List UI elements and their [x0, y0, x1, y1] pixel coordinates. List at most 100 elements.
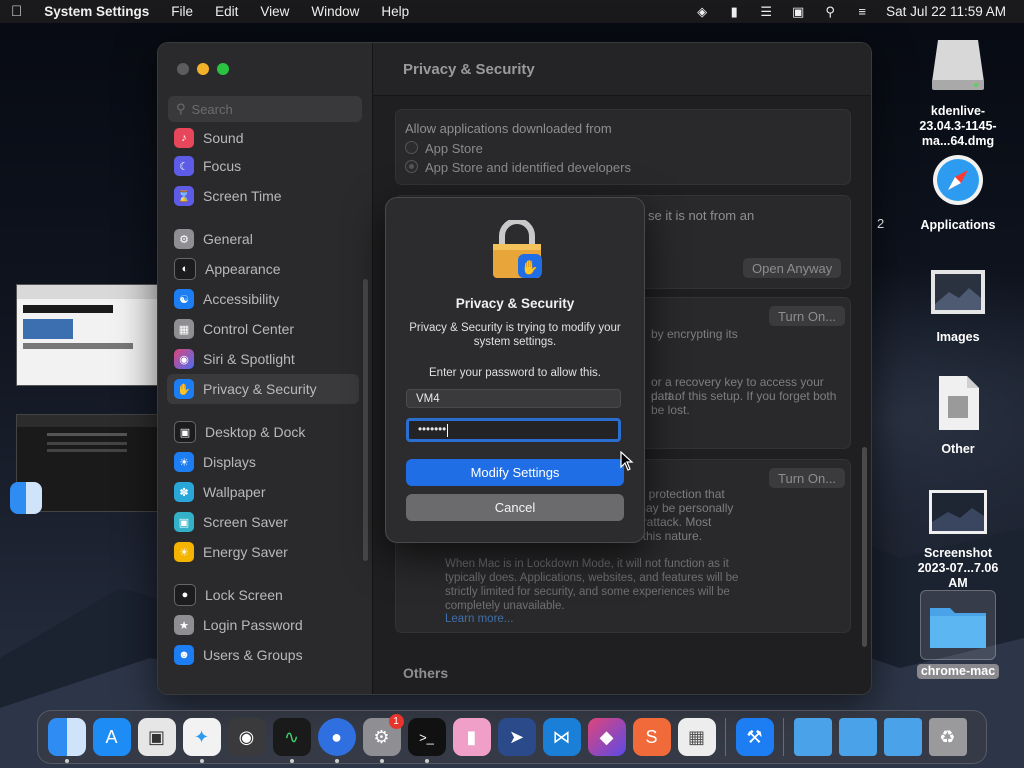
control-center-icon[interactable]: ≡ — [854, 4, 870, 19]
dock-finder-icon[interactable] — [47, 718, 86, 763]
dock-shortcuts-icon[interactable]: ◆ — [587, 718, 626, 756]
sidebar-item-label: Accessibility — [203, 291, 280, 307]
sidebar-item-privacy-security[interactable]: ✋ Privacy & Security — [167, 374, 359, 404]
dock-launchpad-icon[interactable]: ▦ — [677, 718, 716, 756]
dock-preview-icon[interactable]: ▣ — [137, 718, 176, 756]
wallpaper-icon: ✽ — [174, 482, 194, 502]
menu-help[interactable]: Help — [370, 4, 420, 19]
dock-separator — [783, 718, 784, 756]
menu-view[interactable]: View — [249, 4, 300, 19]
sidebar-item-siri[interactable]: ◉ Siri & Spotlight — [167, 344, 359, 374]
desktop-item-label: Screenshot 2023-07...7.06 AM — [917, 546, 999, 590]
apple-menu-icon[interactable]:  — [0, 3, 33, 20]
minimize-button[interactable] — [197, 63, 209, 75]
sidebar-icon[interactable]: ☰ — [758, 4, 774, 19]
learn-more-link[interactable]: Learn more... — [445, 613, 513, 625]
sidebar-item-sound[interactable]: ♪ Sound — [167, 125, 359, 151]
gear-icon: ⚙ — [174, 229, 194, 249]
menu-window[interactable]: Window — [300, 4, 370, 19]
radio-label: App Store and identified developers — [425, 160, 631, 175]
radio-app-store[interactable]: App Store — [405, 141, 483, 156]
dock-safari-icon[interactable]: ✦ — [182, 718, 221, 763]
search-icon[interactable]: ⚲ — [822, 4, 838, 19]
password-field[interactable]: ••••••• — [406, 418, 621, 442]
dock-xcode-icon[interactable]: ⚒ — [735, 718, 774, 756]
lock-icon: ✋ — [493, 220, 542, 278]
background-browser-window[interactable] — [16, 284, 158, 386]
dock-app-store-icon[interactable]: A — [92, 718, 131, 756]
menu-edit[interactable]: Edit — [204, 4, 249, 19]
sidebar-item-control-center[interactable]: ▦ Control Center — [167, 314, 359, 344]
dock-downloads-folder-icon[interactable] — [838, 718, 877, 756]
app-menu[interactable]: System Settings — [33, 4, 160, 19]
sidebar-item-login-password[interactable]: ★ Login Password — [167, 610, 359, 640]
dock-sublime-icon[interactable]: S — [632, 718, 671, 756]
sidebar-item-desktop-dock[interactable]: ▣ Desktop & Dock — [167, 417, 359, 447]
radio-identified-developers[interactable]: App Store and identified developers — [405, 160, 631, 175]
sidebar-scrollbar[interactable] — [363, 279, 368, 561]
dock-columns-icon[interactable]: ▮ — [452, 718, 491, 756]
sidebar: ⚲ Search ♪ Sound ☾ Focus ⌛ Screen Time ⚙… — [158, 43, 373, 694]
clock[interactable]: Sat Jul 22 11:59 AM — [886, 4, 1006, 19]
desktop-item-screenshot[interactable]: Screenshot 2023-07...7.06 AM — [908, 488, 1008, 591]
cancel-button[interactable]: Cancel — [406, 494, 624, 521]
desktop-item-chrome-mac[interactable]: chrome-mac — [908, 590, 1008, 679]
zoom-button[interactable] — [217, 63, 229, 75]
hand-icon: ✋ — [174, 379, 194, 399]
lockdown-text-3: erattack. Most — [636, 515, 712, 529]
dock-documents-folder-icon[interactable] — [883, 718, 922, 756]
sidebar-item-general[interactable]: ⚙ General — [167, 224, 359, 254]
sidebar-item-label: Desktop & Dock — [205, 424, 306, 440]
stats-icon[interactable]: ▮ — [726, 4, 742, 19]
sidebar-item-displays[interactable]: ☀ Displays — [167, 447, 359, 477]
lock-icon: ● — [174, 584, 196, 606]
users-icon: ☻ — [174, 645, 194, 665]
open-anyway-button[interactable]: Open Anyway — [743, 258, 842, 278]
dock-vscode-icon[interactable]: ⋈ — [542, 718, 581, 756]
dock-activity-monitor-icon[interactable]: ∿ — [272, 718, 311, 763]
sidebar-item-energy-saver[interactable]: ☀ Energy Saver — [167, 537, 359, 567]
sidebar-item-accessibility[interactable]: ☯ Accessibility — [167, 284, 359, 314]
content-scrollbar[interactable] — [862, 447, 867, 647]
search-placeholder: Search — [191, 101, 233, 117]
modify-settings-button[interactable]: Modify Settings — [406, 459, 624, 486]
siri-icon: ◉ — [174, 349, 194, 369]
search-field[interactable]: ⚲ Search — [168, 96, 362, 122]
lockdown-description: When Mac is in Lockdown Mode, it will no… — [445, 558, 739, 612]
desktop-item-label: kdenlive-23.04.3-1145-ma...64.dmg — [919, 104, 997, 148]
dock-chrome-icon[interactable]: ● — [317, 718, 356, 763]
dock-folder-icon[interactable] — [793, 718, 832, 756]
username-field[interactable]: VM4 — [406, 389, 621, 408]
dock-terminal-icon[interactable]: >_ — [407, 718, 446, 763]
dock-system-settings-icon[interactable]: ⚙ 1 — [362, 714, 404, 763]
lockdown-turn-on-button[interactable]: Turn On... — [769, 468, 846, 488]
sun-icon: ☀ — [174, 452, 194, 472]
disk-image-icon — [932, 40, 984, 90]
sidebar-item-users-groups[interactable]: ☻ Users & Groups — [167, 640, 359, 670]
lockdown-text-2: may be personally — [636, 501, 734, 515]
sidebar-item-lock-screen[interactable]: ● Lock Screen — [167, 580, 359, 610]
finder-icon[interactable] — [10, 482, 42, 514]
sidebar-item-label: Screen Saver — [203, 514, 288, 530]
sidebar-item-label: General — [203, 231, 253, 247]
sidebar-item-appearance[interactable]: ◐ Appearance — [167, 254, 359, 284]
sidebar-item-screen-saver[interactable]: ▣ Screen Saver — [167, 507, 359, 537]
desktop-item-kdenlive[interactable]: kdenlive-23.04.3-1145-ma...64.dmg — [908, 36, 1008, 149]
filevault-turn-on-button[interactable]: Turn On... — [769, 306, 846, 326]
dock-instruments-icon[interactable]: ➤ — [497, 718, 536, 756]
dock-trash-icon[interactable]: ♻ — [928, 718, 967, 756]
display-icon[interactable]: ▣ — [790, 4, 806, 19]
others-section-title: Others — [403, 665, 449, 681]
auth-dialog: ✋ Privacy & Security Privacy & Security … — [385, 197, 645, 543]
desktop-item-applications[interactable]: Applications — [908, 152, 1008, 233]
sidebar-item-screen-time[interactable]: ⌛ Screen Time — [167, 181, 359, 211]
desktop-item-other[interactable]: Other — [908, 374, 1008, 457]
menu-file[interactable]: File — [160, 4, 204, 19]
sidebar-item-wallpaper[interactable]: ✽ Wallpaper — [167, 477, 359, 507]
close-button[interactable] — [177, 63, 189, 75]
sidebar-item-focus[interactable]: ☾ Focus — [167, 151, 359, 181]
desktop-item-images[interactable]: Images — [908, 264, 1008, 345]
dock-screenshot-icon[interactable]: ◉ — [227, 718, 266, 756]
background-window-text: 2 — [877, 216, 885, 231]
layers-icon[interactable]: ◈ — [694, 4, 710, 19]
